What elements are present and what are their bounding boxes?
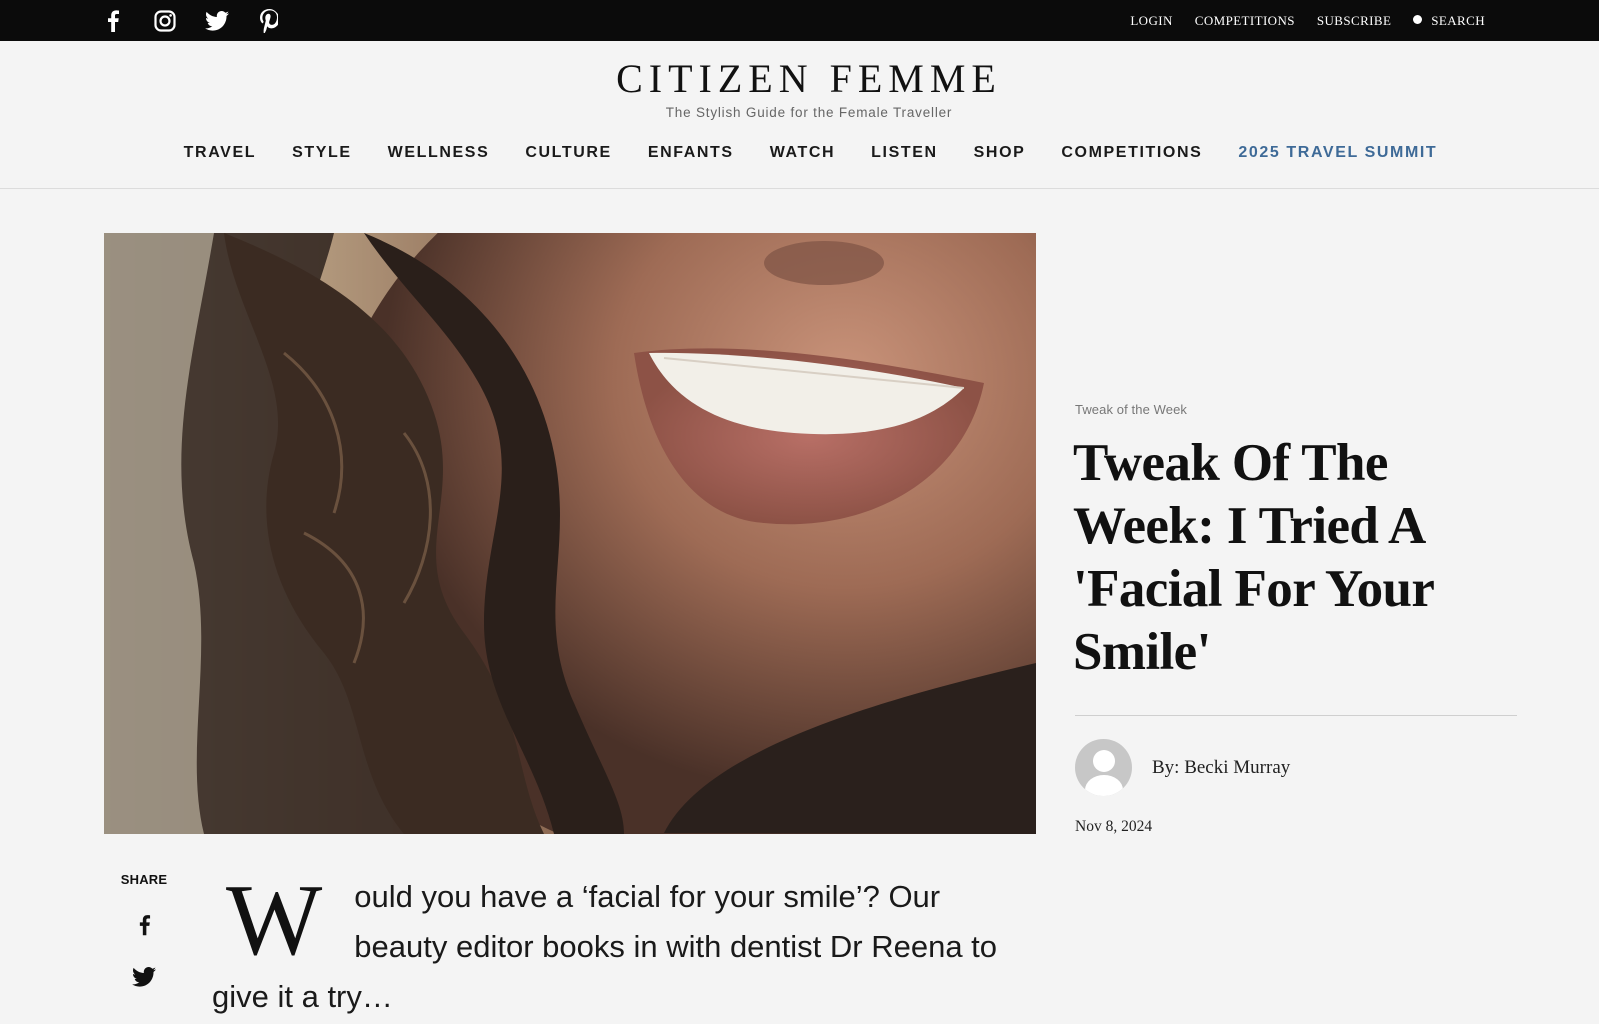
nav-item-enfants[interactable]: ENFANTS xyxy=(648,144,734,162)
search-icon xyxy=(1413,14,1423,24)
pinterest-icon[interactable] xyxy=(256,8,282,34)
publish-date: Nov 8, 2024 xyxy=(1075,818,1153,835)
nav-item-shop[interactable]: SHOP xyxy=(974,144,1026,162)
competitions-link[interactable]: COMPETITIONS xyxy=(1195,13,1295,29)
utility-links: LOGIN COMPETITIONS SUBSCRIBE SEARCH xyxy=(1130,0,1485,41)
title-divider xyxy=(1075,715,1517,716)
avatar xyxy=(1075,739,1132,796)
share-label: SHARE xyxy=(120,872,168,887)
login-link[interactable]: LOGIN xyxy=(1130,13,1172,29)
twitter-icon[interactable] xyxy=(204,8,230,34)
social-links xyxy=(100,0,282,41)
search-label: SEARCH xyxy=(1431,12,1485,28)
article-category[interactable]: Tweak of the Week xyxy=(1075,402,1187,417)
facebook-icon[interactable] xyxy=(100,8,126,34)
drop-cap: W xyxy=(226,864,323,977)
article-intro: W ould you have a ‘facial for your smile… xyxy=(212,864,1032,1022)
top-bar: LOGIN COMPETITIONS SUBSCRIBE SEARCH xyxy=(0,0,1599,41)
nav-divider xyxy=(0,188,1599,189)
share-facebook-icon[interactable] xyxy=(130,911,158,939)
nav-item-competitions[interactable]: COMPETITIONS xyxy=(1061,144,1202,162)
author-name[interactable]: By: Becki Murray xyxy=(1152,757,1290,779)
author-block: By: Becki Murray xyxy=(1075,739,1290,796)
hero-image xyxy=(104,233,1036,834)
site-tagline: The Stylish Guide for the Female Travell… xyxy=(665,105,953,120)
nav-item-style[interactable]: STYLE xyxy=(292,144,352,162)
nav-item-travel[interactable]: TRAVEL xyxy=(184,144,256,162)
nav-item-wellness[interactable]: WELLNESS xyxy=(388,144,490,162)
search-button[interactable]: SEARCH xyxy=(1413,13,1485,29)
main-nav: TRAVEL STYLE WELLNESS CULTURE ENFANTS WA… xyxy=(0,144,1599,162)
nav-item-watch[interactable]: WATCH xyxy=(770,144,835,162)
article-title: Tweak Of The Week: I Tried A 'Facial For… xyxy=(1073,434,1434,681)
subscribe-link[interactable]: SUBSCRIBE xyxy=(1317,13,1391,29)
intro-text: ould you have a ‘facial for your smile’?… xyxy=(212,879,998,1014)
site-logo[interactable]: CITIZEN FEMME xyxy=(0,56,1599,102)
share-twitter-icon[interactable] xyxy=(130,963,158,991)
instagram-icon[interactable] xyxy=(152,8,178,34)
nav-item-culture[interactable]: CULTURE xyxy=(525,144,611,162)
nav-item-listen[interactable]: LISTEN xyxy=(871,144,938,162)
nav-item-travel-summit[interactable]: 2025 TRAVEL SUMMIT xyxy=(1238,144,1437,162)
site-header: CITIZEN FEMME The Stylish Guide for the … xyxy=(0,56,1599,120)
share-bar: SHARE xyxy=(104,872,184,991)
